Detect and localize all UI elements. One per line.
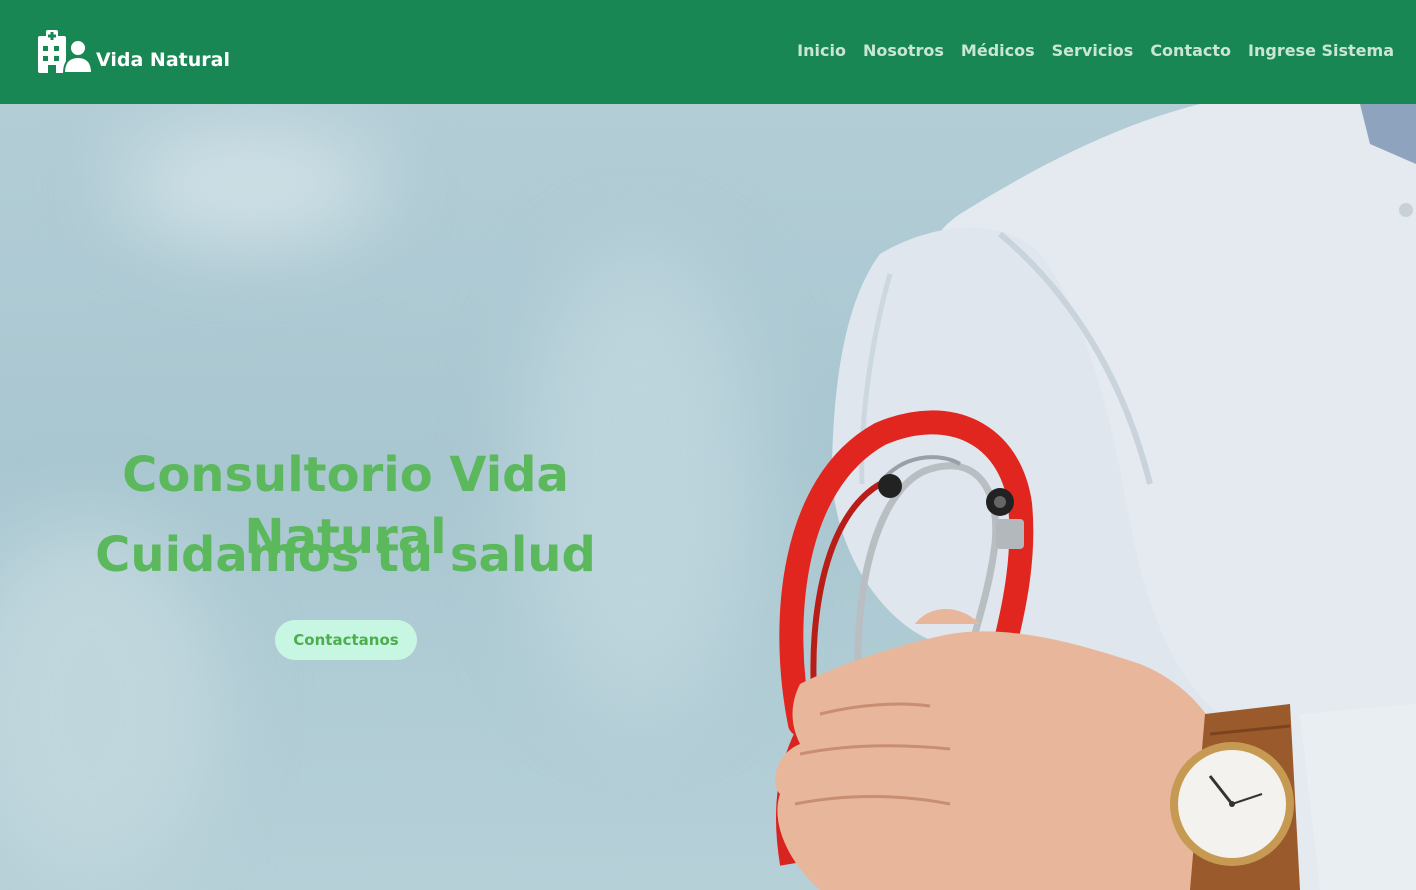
hero-section: Consultorio Vida Natural Cuidamos tú sal… [0, 104, 1416, 890]
nav-link-servicios[interactable]: Servicios [1052, 41, 1134, 60]
nav-link-nosotros[interactable]: Nosotros [863, 41, 944, 60]
hospital-user-icon [38, 30, 92, 73]
top-navbar: Vida Natural Inicio Nosotros Médicos Ser… [0, 0, 1416, 104]
brand-logo-link[interactable]: Vida Natural [38, 30, 230, 73]
contactanos-button[interactable]: Contactanos [275, 620, 417, 660]
nav-link-inicio[interactable]: Inicio [797, 41, 846, 60]
brand-name: Vida Natural [96, 49, 230, 71]
nav-link-medicos[interactable]: Médicos [961, 41, 1035, 60]
nav-link-contacto[interactable]: Contacto [1150, 41, 1231, 60]
hero-subtitle: Cuidamos tú salud [95, 527, 596, 583]
nav-link-ingrese-sistema[interactable]: Ingrese Sistema [1248, 41, 1394, 60]
main-nav: Inicio Nosotros Médicos Servicios Contac… [780, 41, 1394, 60]
